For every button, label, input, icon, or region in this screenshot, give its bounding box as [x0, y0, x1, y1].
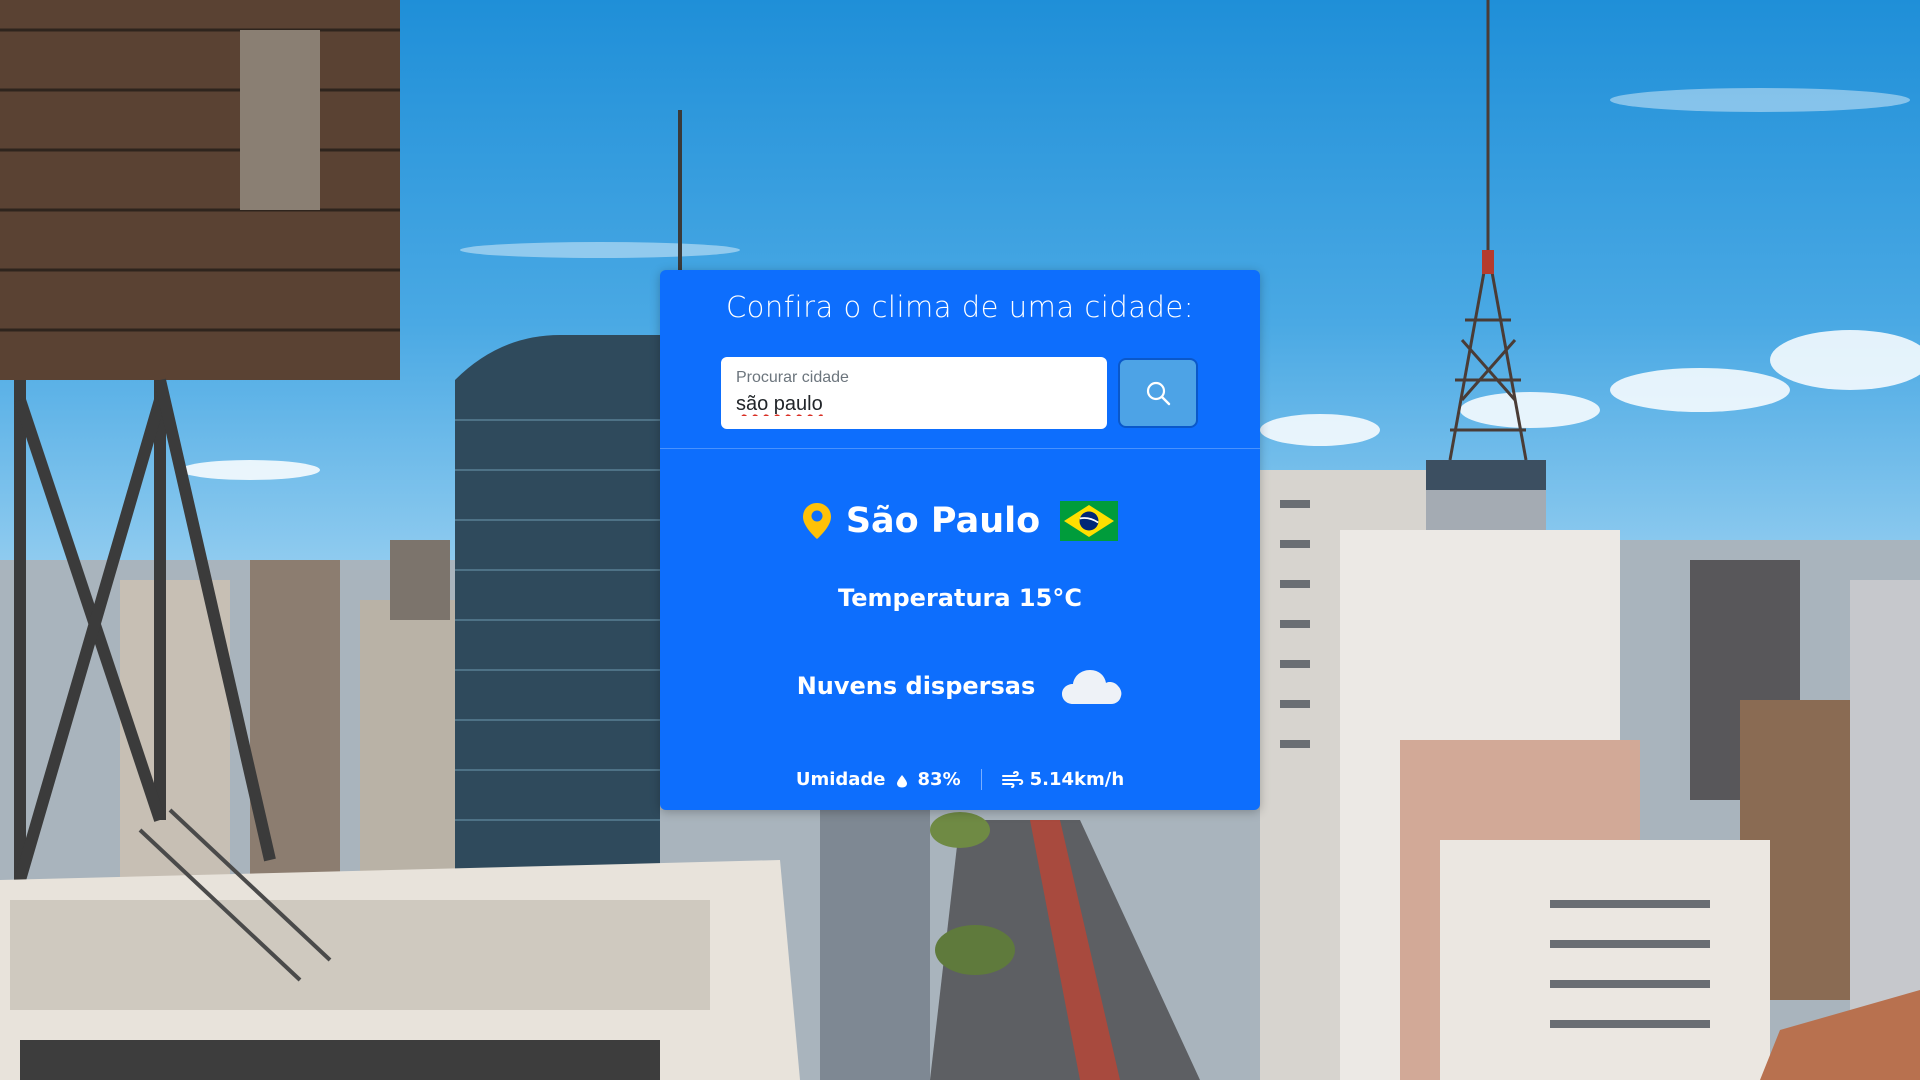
city-heading: São Paulo: [660, 498, 1260, 544]
divider: [660, 448, 1260, 449]
search-button[interactable]: [1118, 358, 1198, 428]
temperature-text: Temperatura 15°C: [838, 584, 1082, 612]
cloud-icon: [1061, 666, 1123, 706]
weather-card: Confira o clima de uma cidade: Procurar …: [660, 270, 1260, 810]
city-search-field[interactable]: Procurar cidade: [721, 357, 1107, 429]
city-name: São Paulo: [845, 501, 1041, 541]
weather-details: Umidade 83% 5.14km/h: [660, 758, 1260, 800]
brazil-flag-icon: [1060, 501, 1119, 541]
wind-detail: 5.14km/h: [980, 768, 1145, 790]
weather-description-row: Nuvens dispersas: [660, 662, 1260, 710]
water-drop-icon: [896, 772, 908, 788]
search-icon: [1145, 380, 1171, 406]
search-input[interactable]: [736, 393, 1092, 416]
humidity-detail: Umidade 83%: [776, 769, 981, 790]
map-pin-icon: [802, 502, 832, 540]
wind-icon: [1001, 770, 1024, 788]
humidity-label: Umidade: [795, 768, 886, 790]
search-label: Procurar cidade: [736, 369, 849, 386]
wind-speed: 5.14km/h: [1029, 768, 1125, 790]
card-title: Confira o clima de uma cidade:: [725, 290, 1195, 324]
humidity-value: 83%: [917, 768, 961, 790]
weather-description: Nuvens dispersas: [796, 672, 1036, 700]
